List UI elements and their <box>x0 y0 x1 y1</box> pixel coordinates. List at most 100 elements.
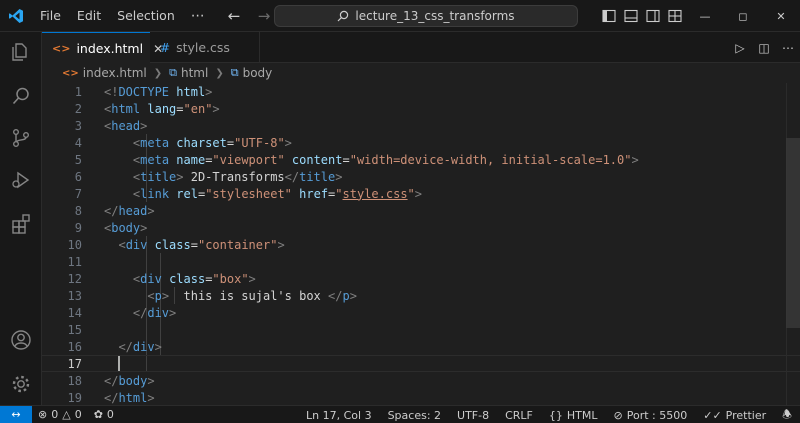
code-line: 8 </head> <box>42 202 800 219</box>
text-cursor <box>118 356 120 371</box>
forward-arrow-icon[interactable]: → <box>254 7 274 25</box>
line-number: 17 <box>67 356 82 371</box>
menu-more-icon[interactable]: ⋯ <box>183 0 214 32</box>
status-bar-right: Ln 17, Col 3 Spaces: 2 UTF-8 CRLF {} HTM… <box>298 406 800 423</box>
code-line: 15 <box>42 321 800 338</box>
line-number: 18 <box>67 373 82 388</box>
tab-label: style.css <box>176 40 230 55</box>
line-number: 9 <box>74 220 82 235</box>
run-icon[interactable]: ▷ <box>728 41 752 55</box>
code-line: 18 </body> <box>42 372 800 389</box>
prettier-status[interactable]: ✓✓ Prettier <box>695 409 774 422</box>
code-line: 1 <!DOCTYPE html> <box>42 83 800 100</box>
manage-gear-icon[interactable] <box>0 364 42 404</box>
run-and-debug-icon[interactable] <box>0 160 42 200</box>
code-line: 12 <div class="box"> <box>42 270 800 287</box>
toggle-panel-icon[interactable] <box>620 0 642 32</box>
line-number: 11 <box>67 254 82 269</box>
code-line: 11 <box>42 253 800 270</box>
encoding[interactable]: UTF-8 <box>449 409 497 422</box>
html-file-icon: <> <box>52 42 71 55</box>
line-number: 2 <box>74 101 82 116</box>
indentation[interactable]: Spaces: 2 <box>380 409 449 422</box>
code-line: 7 <link rel="stylesheet" href="style.css… <box>42 185 800 202</box>
code-line: 6 <title> 2D-Transforms</title> <box>42 168 800 185</box>
chevron-right-icon: ❯ <box>153 67 163 79</box>
line-number: 13 <box>67 288 82 303</box>
restore-icon[interactable]: ◻ <box>724 0 762 32</box>
code-line: 16 </div> <box>42 338 800 355</box>
tab-label: index.html <box>76 41 144 56</box>
code-line-current: 17 <box>42 355 800 372</box>
end-of-line[interactable]: CRLF <box>497 409 541 422</box>
line-number: 8 <box>74 203 82 218</box>
line-number: 12 <box>67 271 82 286</box>
editor-actions: ▷ ◫ ⋯ <box>728 32 800 63</box>
title-actions: — ◻ ✕ <box>598 0 800 32</box>
tab-index-html[interactable]: <> index.html ✕ <box>42 32 163 64</box>
code-line: 14 </div> <box>42 304 800 321</box>
cursor-position[interactable]: Ln 17, Col 3 <box>298 409 380 422</box>
toggle-primary-sidebar-icon[interactable] <box>598 0 620 32</box>
ports-icon: ✿ <box>93 408 103 421</box>
live-server-port[interactable]: ⊘ Port : 5500 <box>606 409 696 422</box>
command-center-search[interactable]: lecture_13_css_transforms <box>274 5 578 27</box>
status-bar: ↔ ⊗ 0 △ 0 ✿ 0 Ln 17, Col 3 Spaces: 2 UTF… <box>0 405 800 423</box>
warnings-count: 0 <box>74 408 82 421</box>
line-number: 10 <box>67 237 82 252</box>
css-file-icon: # <box>160 40 171 55</box>
extensions-icon[interactable] <box>0 204 42 244</box>
line-number: 5 <box>74 152 82 167</box>
chevron-right-icon: ❯ <box>215 67 224 79</box>
breadcrumb-html[interactable]: html <box>181 66 208 80</box>
line-number: 6 <box>74 169 82 184</box>
more-actions-icon[interactable]: ⋯ <box>776 41 800 55</box>
notifications-bell-icon[interactable]: 🕭 <box>774 406 800 423</box>
warning-icon: △ <box>62 408 71 421</box>
double-check-icon: ✓✓ <box>703 408 722 422</box>
source-control-icon[interactable] <box>0 118 42 158</box>
language-mode[interactable]: {} HTML <box>541 409 606 422</box>
search-icon <box>337 10 349 22</box>
toggle-secondary-sidebar-icon[interactable] <box>642 0 664 32</box>
code-line: 3 <head> <box>42 117 800 134</box>
menu-file[interactable]: File <box>32 0 69 32</box>
breadcrumb-body[interactable]: body <box>243 66 273 80</box>
vscode-logo-icon <box>0 0 32 32</box>
problems-indicator[interactable]: ⊗ 0 △ 0 ✿ 0 <box>38 408 114 421</box>
search-text: lecture_13_css_transforms <box>355 9 515 23</box>
remote-indicator-icon[interactable]: ↔ <box>0 405 32 423</box>
errors-count: 0 <box>51 408 59 421</box>
code-line: 10 <div class="container"> <box>42 236 800 253</box>
menu-selection[interactable]: Selection <box>109 0 183 32</box>
code-line: 4 <meta charset="UTF-8"> <box>42 134 800 151</box>
search-sidebar-icon[interactable] <box>0 76 42 116</box>
error-icon: ⊗ <box>38 408 48 421</box>
title-bar: File Edit Selection ⋯ ← → lecture_13_css… <box>0 0 800 32</box>
back-arrow-icon[interactable]: ← <box>224 7 244 25</box>
explorer-icon[interactable] <box>0 32 42 72</box>
breadcrumb-file[interactable]: index.html <box>83 66 147 80</box>
html-file-icon: <> <box>62 67 79 79</box>
braces-icon: {} <box>548 408 563 422</box>
code-editor[interactable]: 1 <!DOCTYPE html> 2 <html lang="en"> 3 <… <box>42 83 800 405</box>
ports-count: 0 <box>106 408 114 421</box>
line-number: 15 <box>67 322 82 337</box>
close-window-icon[interactable]: ✕ <box>762 0 800 32</box>
scrollbar-thumb[interactable] <box>786 138 800 328</box>
navigation-arrows: ← → <box>224 0 274 32</box>
activity-bar <box>0 32 42 405</box>
split-editor-icon[interactable]: ◫ <box>752 41 776 55</box>
vertical-scrollbar[interactable] <box>786 83 800 405</box>
menu-bar: File Edit Selection ⋯ <box>32 0 214 32</box>
line-number: 19 <box>67 390 82 405</box>
line-number: 3 <box>74 118 82 133</box>
accounts-icon[interactable] <box>0 320 42 360</box>
editor-tab-bar: <> index.html ✕ # style.css ▷ ◫ ⋯ <box>42 32 800 64</box>
customize-layout-icon[interactable] <box>664 0 686 32</box>
symbol-element-icon: ⧉ <box>169 66 177 79</box>
menu-edit[interactable]: Edit <box>69 0 109 32</box>
tab-style-css[interactable]: # style.css <box>150 32 260 63</box>
line-number: 16 <box>67 339 82 354</box>
minimize-icon[interactable]: — <box>686 0 724 32</box>
